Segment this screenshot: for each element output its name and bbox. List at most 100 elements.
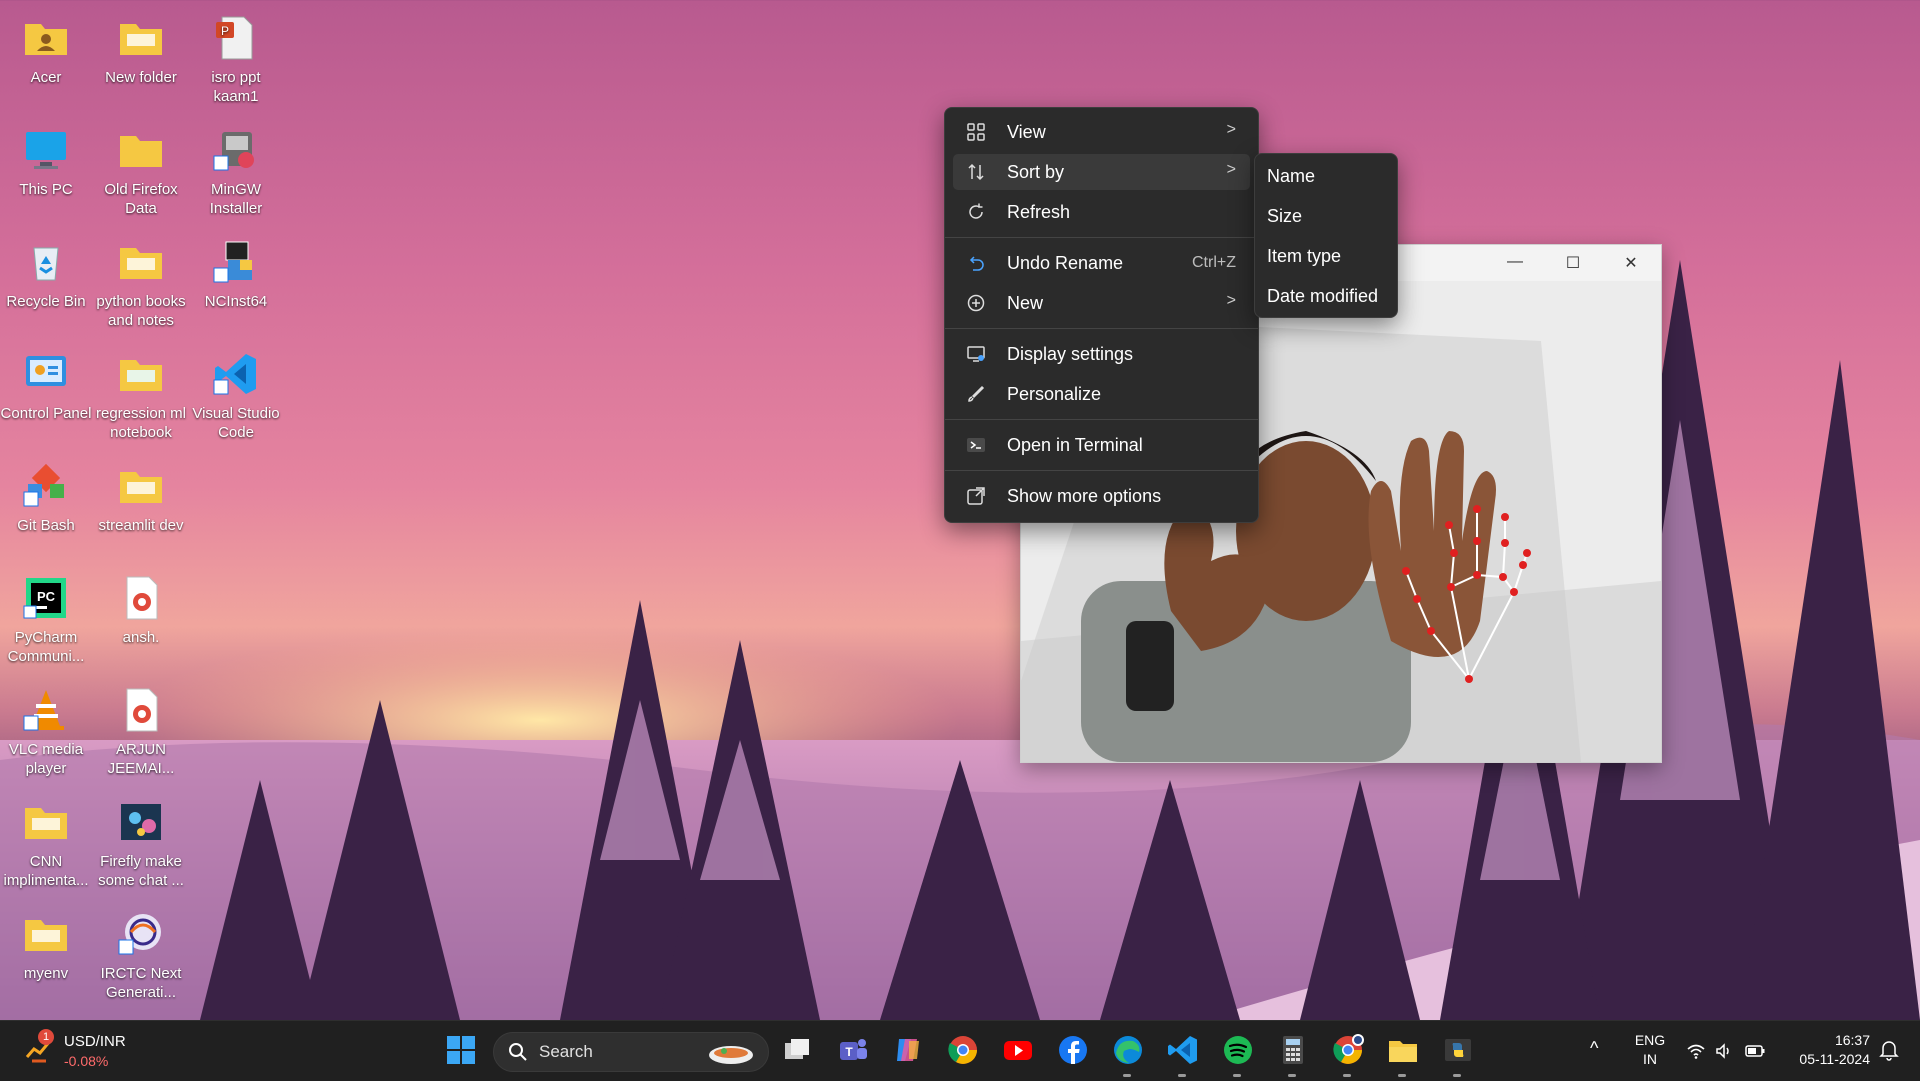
display-settings-icon: [967, 346, 985, 362]
menu-item-personalize[interactable]: Personalize: [953, 376, 1250, 412]
menu-item-undo-rename[interactable]: Undo Rename Ctrl+Z: [953, 245, 1250, 281]
menu-item-label: View: [1007, 122, 1046, 142]
widget-value: -0.08%: [64, 1053, 109, 1069]
desktop-icon-myenv[interactable]: myenv: [0, 904, 92, 983]
desktop-icon-cnn[interactable]: CNN implimenta...: [0, 792, 92, 890]
desktop-icon-control-panel[interactable]: Control Panel: [0, 344, 92, 423]
desktop-icon-label: VLC media player: [8, 741, 84, 777]
menu-item-show-more-options[interactable]: Show more options: [953, 478, 1250, 514]
close-button[interactable]: ✕: [1621, 253, 1641, 273]
desktop-icon-this-pc[interactable]: This PC: [0, 120, 92, 199]
pdf-file-icon: [126, 688, 158, 732]
spotify-icon[interactable]: [1221, 1033, 1255, 1067]
search-placeholder: Search: [539, 1042, 593, 1061]
desktop-icon-irctc[interactable]: IRCTC Next Generati...: [95, 904, 187, 1002]
desktop-icon-acer[interactable]: Acer: [0, 8, 92, 87]
desktop-icon-python-books[interactable]: python books and notes: [95, 232, 187, 330]
menu-separator: [945, 419, 1258, 420]
language-indicator[interactable]: ENG IN: [1628, 1031, 1672, 1071]
menu-item-refresh[interactable]: Refresh: [953, 194, 1250, 230]
chrome-icon[interactable]: [946, 1033, 980, 1067]
vscode-shortcut-icon: [213, 354, 256, 395]
running-indicator: [1123, 1074, 1131, 1077]
copilot-icon[interactable]: [891, 1033, 925, 1067]
open-external-icon: [967, 487, 985, 505]
volume-icon[interactable]: [1714, 1041, 1734, 1061]
desktop-icon-arjun[interactable]: ARJUN JEEMAI...: [95, 680, 187, 778]
desktop-icon-label: Firefly make some chat ...: [98, 853, 184, 889]
desktop-icon-ncinst64[interactable]: NCInst64: [190, 232, 282, 311]
minimize-button[interactable]: —: [1505, 253, 1525, 273]
desktop-icon-git-bash[interactable]: Git Bash: [0, 456, 92, 535]
clock-date: 05-11-2024: [1799, 1051, 1870, 1067]
facebook-icon[interactable]: [1056, 1033, 1090, 1067]
file-explorer-icon[interactable]: [1386, 1033, 1420, 1067]
powerpoint-file-icon: P: [216, 16, 253, 60]
pdf-file-icon: [126, 576, 158, 620]
battery-icon[interactable]: [1744, 1041, 1766, 1061]
youtube-icon[interactable]: [1001, 1033, 1035, 1067]
desktop-icon-recycle-bin[interactable]: Recycle Bin: [0, 232, 92, 311]
desktop-icon-label: Acer: [30, 69, 62, 86]
desktop-icon-streamlit-dev[interactable]: streamlit dev: [95, 456, 187, 535]
folder-icon: [120, 472, 162, 503]
calculator-icon[interactable]: [1276, 1033, 1310, 1067]
desktop-icon-mingw[interactable]: MinGW Installer: [190, 120, 282, 218]
weather-widget[interactable]: 1 USD/INR -0.08%: [20, 1029, 140, 1073]
desktop-icon-pycharm[interactable]: PC PyCharm Communi...: [0, 568, 92, 666]
running-indicator: [1178, 1074, 1186, 1077]
menu-item-label: Undo Rename: [1007, 253, 1124, 273]
menu-item-new[interactable]: New >: [953, 285, 1250, 321]
clock[interactable]: 16:37 05-11-2024: [1780, 1031, 1870, 1071]
search-highlight-icon: [709, 1046, 753, 1064]
task-view-icon[interactable]: [781, 1033, 815, 1067]
desktop-icon-regression-ml[interactable]: regression ml notebook: [95, 344, 187, 442]
maximize-button[interactable]: ☐: [1563, 253, 1583, 273]
chevron-right-icon: >: [1226, 292, 1236, 309]
python-icon[interactable]: [1441, 1033, 1475, 1067]
running-indicator: [1288, 1074, 1296, 1077]
desktop-icon-new-folder[interactable]: New folder: [95, 8, 187, 87]
sort-option-name[interactable]: Name: [1267, 166, 1315, 187]
desktop-icon-label: python books and notes: [96, 293, 186, 329]
windows-start-icon[interactable]: [444, 1033, 478, 1067]
menu-item-open-terminal[interactable]: Open in Terminal: [953, 427, 1250, 463]
desktop-icon-label: Visual Studio Code: [192, 405, 280, 441]
show-hidden-icons-button[interactable]: ^: [1590, 1039, 1598, 1058]
svg-text:T: T: [845, 1045, 853, 1059]
installer-shortcut-icon: [213, 241, 252, 283]
language-line2: IN: [1643, 1051, 1657, 1067]
desktop-icon-vlc[interactable]: VLC media player: [0, 680, 92, 778]
desktop-icon-label: MinGW Installer: [209, 181, 263, 217]
menu-item-sort-by[interactable]: Sort by >: [953, 154, 1250, 190]
desktop-icon-ansh[interactable]: ansh.: [95, 568, 187, 647]
desktop-context-menu: View > Sort by > Refresh Undo Rename Ctr…: [944, 107, 1259, 523]
wifi-icon[interactable]: [1686, 1041, 1706, 1061]
notification-badge: 1: [38, 1029, 54, 1045]
desktop-icon-label: ansh.: [122, 629, 160, 646]
edge-icon[interactable]: [1111, 1033, 1145, 1067]
sort-icon: [968, 163, 984, 181]
desktop-icon-vscode[interactable]: Visual Studio Code: [190, 344, 282, 442]
search-icon: [509, 1043, 527, 1061]
desktop-icon-isro-ppt[interactable]: P isro ppt kaam1: [190, 8, 282, 106]
menu-item-display-settings[interactable]: Display settings: [953, 336, 1250, 372]
running-indicator: [1343, 1074, 1351, 1077]
taskbar-search[interactable]: Search: [493, 1032, 769, 1072]
sort-option-size[interactable]: Size: [1267, 206, 1302, 227]
desktop-icon-firefly[interactable]: Firefly make some chat ...: [95, 792, 187, 890]
teams-icon[interactable]: T: [836, 1033, 870, 1067]
menu-item-view[interactable]: View >: [953, 114, 1250, 150]
notifications-icon[interactable]: [1878, 1039, 1900, 1061]
sort-option-item-type[interactable]: Item type: [1267, 246, 1341, 267]
folder-icon: [25, 920, 67, 951]
pycharm-shortcut-icon: PC: [23, 578, 66, 619]
vlc-shortcut-icon: [23, 690, 64, 731]
vscode-icon[interactable]: [1166, 1033, 1200, 1067]
menu-item-label: Sort by: [1007, 162, 1065, 182]
image-file-icon: [121, 804, 161, 840]
desktop-icon-old-firefox[interactable]: Old Firefox Data: [95, 120, 187, 218]
chrome-profile-icon[interactable]: [1331, 1033, 1365, 1067]
sort-option-date-modified[interactable]: Date modified: [1267, 286, 1378, 307]
undo-icon: [969, 256, 984, 271]
